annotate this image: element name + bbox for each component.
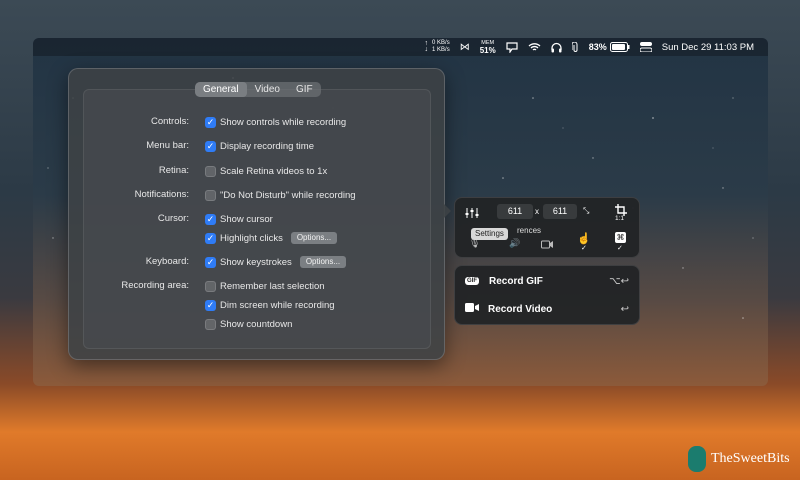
network-monitor[interactable]: ↑ ↓ 0 KB/s 1 KB/s [425,40,450,54]
checkbox-do-not-disturb[interactable] [205,189,216,201]
checkbox-remember-selection[interactable] [205,280,216,292]
setting-label-notifications: Notifications: [134,189,189,200]
record-gif-item[interactable]: GIF Record GIF ⌥↩ [455,267,639,295]
settings-sliders-icon[interactable] [465,206,479,224]
setting-label-retina: Retina: [158,165,189,176]
option-show-cursor: Show cursor [220,213,273,225]
menu-bar: ↑ ↓ 0 KB/s 1 KB/s ⋈ MEM 51% 83% Sun Dec … [33,38,768,56]
clock[interactable]: Sun Dec 29 11:03 PM [662,42,754,53]
setting-row-cursor: Cursor: ✓ Show cursor [69,212,444,226]
fullscreen-icon[interactable]: ⤡ [583,206,589,216]
checkbox-dim-screen[interactable]: ✓ [205,299,216,311]
camera-icon[interactable] [541,236,553,254]
setting-row-keyboard: Keyboard: ✓ Show keystrokes Options... [69,255,444,269]
setting-label-cursor: Cursor: [157,213,189,224]
keystroke-check-icon: ✓ [617,245,623,252]
checkbox-display-recording-time[interactable]: ✓ [205,140,216,152]
headphones-icon[interactable] [551,42,562,53]
record-gif-shortcut: ⌥↩ [609,275,629,287]
preferences-hidden-text: rences [517,226,542,235]
speaker-icon[interactable]: 🔊 [509,238,520,249]
preferences-popover-arrow [443,203,451,219]
preferences-tabs: General Video GIF [195,82,321,97]
setting-row-menubar: Menu bar: ✓ Display recording time [69,139,444,153]
battery-status[interactable]: 83% [589,42,630,52]
watermark-brand: TheSweetBits [688,446,790,472]
highlight-clicks-options-button[interactable]: Options... [290,232,338,244]
net-up-speed: 0 KB/s [432,40,450,46]
setting-row-recording-area: Recording area: Remember last selection [69,279,444,293]
setting-label-menubar: Menu bar: [146,140,189,151]
tab-general[interactable]: General [195,82,247,97]
setting-row-notifications: Notifications: "Do Not Disturb" while re… [69,188,444,202]
checkbox-show-controls[interactable]: ✓ [205,116,216,128]
tab-video[interactable]: Video [247,82,288,97]
battery-icon [609,42,630,52]
setting-label-recording-area: Recording area: [121,280,189,291]
option-dim-screen: Dim screen while recording [220,299,335,311]
setting-row-countdown: Show countdown [69,317,444,331]
checkbox-show-keystrokes[interactable]: ✓ [205,256,216,268]
settings-tooltip: Settings [471,228,508,240]
setting-row-controls: Controls: ✓ Show controls while recording [69,115,444,129]
kap-menu-icon[interactable] [506,41,518,53]
battery-percent: 83% [588,42,607,52]
gif-badge-icon: GIF [465,277,479,285]
record-video-item[interactable]: Record Video ↩ [455,295,639,323]
option-show-countdown: Show countdown [220,318,293,330]
net-down-speed: 1 KB/s [432,47,450,53]
brand-logo-icon [688,446,706,472]
preferences-window: General Video GIF Controls: ✓ Show contro… [68,68,445,360]
option-highlight-clicks: Highlight clicks [220,232,283,244]
checkbox-show-cursor[interactable]: ✓ [205,213,216,225]
option-scale-retina: Scale Retina videos to 1x [220,165,328,177]
dimension-separator: x [535,207,539,216]
record-video-label: Record Video [488,303,553,315]
setting-label-keyboard: Keyboard: [145,256,189,267]
option-show-keystrokes: Show keystrokes [220,256,292,268]
wifi-icon[interactable] [528,42,541,52]
bowtie-icon[interactable]: ⋈ [460,42,470,53]
checkbox-highlight-clicks[interactable]: ✓ [205,232,216,244]
aspect-ratio-label: 1:1 [615,215,625,222]
checkbox-show-countdown[interactable] [205,318,216,330]
paperclip-icon[interactable] [571,41,579,53]
control-center-icon[interactable] [639,42,652,52]
memory-monitor[interactable]: MEM 51% [479,40,496,55]
setting-row-retina: Retina: Scale Retina videos to 1x [69,164,444,178]
checkbox-scale-retina[interactable] [205,165,216,177]
setting-label-controls: Controls: [150,116,189,127]
width-input[interactable]: 611 [497,204,533,219]
option-display-recording-time: Display recording time [220,140,314,152]
highlight-clicks-check-icon: ✓ [581,245,587,252]
setting-row-dim-screen: ✓ Dim screen while recording [69,298,444,312]
tab-gif[interactable]: GIF [288,82,321,97]
network-arrows-icon: ↑ ↓ [424,40,429,53]
record-actions-menu: GIF Record GIF ⌥↩ Record Video ↩ [454,265,640,325]
option-remember-selection: Remember last selection [220,280,325,292]
height-input[interactable]: 611 [543,204,577,219]
option-show-controls: Show controls while recording [220,116,347,128]
record-video-shortcut: ↩ [620,303,629,315]
option-do-not-disturb: "Do Not Disturb" while recording [220,189,356,201]
video-camera-icon [465,303,479,315]
keystroke-command-icon[interactable]: ⌘ [615,232,626,243]
brand-name: TheSweetBits [711,451,790,466]
setting-row-highlight-clicks: ✓ Highlight clicks Options... [69,231,444,245]
keystrokes-options-button[interactable]: Options... [299,256,347,268]
mem-value: 51% [479,46,496,55]
record-gif-label: Record GIF [489,275,543,287]
